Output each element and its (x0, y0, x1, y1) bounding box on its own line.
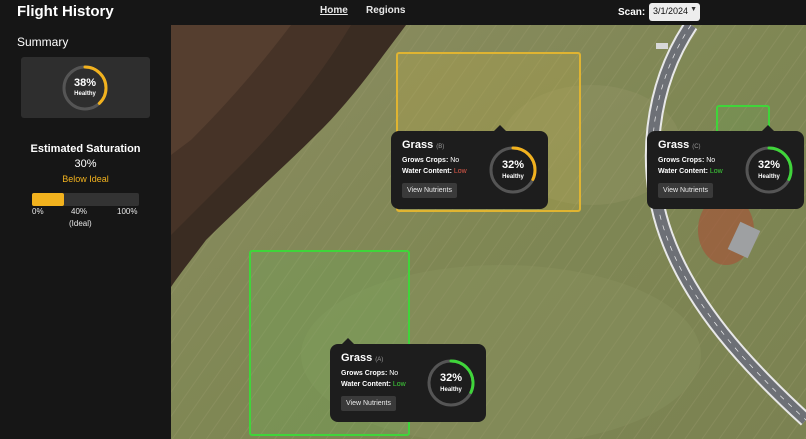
region-b-water: Water Content: Low (402, 168, 467, 175)
saturation-status: Below Ideal (62, 174, 109, 184)
saturation-value: 30% (74, 158, 97, 170)
saturation-tick-100: 100% (117, 207, 138, 216)
region-b-health-ring: 32% Healthy (488, 145, 538, 195)
region-b-health-pct: 32% (501, 159, 525, 171)
saturation-tick-0: 0% (32, 207, 44, 216)
chevron-down-icon: ▼ (690, 6, 697, 13)
region-c-health-ring: 32% Healthy (744, 145, 794, 195)
region-a-grows-value: No (389, 370, 399, 377)
region-c-view-nutrients-button[interactable]: View Nutrients (658, 183, 714, 198)
saturation-ideal-label: (Ideal) (69, 219, 92, 228)
aerial-map[interactable]: Grass (B) Grows Crops: No Water Content: … (171, 25, 806, 439)
saturation-title: Estimated Saturation (30, 143, 141, 155)
region-a-id: (A) (375, 357, 384, 363)
region-c-grows: Grows Crops: No (658, 157, 715, 164)
region-a-water: Water Content: Low (341, 381, 406, 388)
nav-home[interactable]: Home (320, 5, 348, 16)
scan-date-value: 3/1/2024 (653, 6, 689, 16)
region-c-grows-label: Grows Crops: (658, 157, 705, 164)
region-c-water-label: Water Content: (658, 168, 708, 175)
region-a-grows: Grows Crops: No (341, 370, 398, 377)
saturation-tick-40: 40% (71, 207, 88, 216)
region-b-water-value: Low (453, 168, 467, 175)
region-a-health-pct: 32% (439, 372, 463, 384)
summary-health-label: Healthy (74, 91, 96, 97)
region-c-id: (C) (692, 144, 701, 150)
region-b-title: Grass (402, 139, 434, 151)
region-b-name: Grass (B) (402, 139, 444, 151)
saturation-bar-fill (32, 193, 65, 206)
region-b-id: (B) (436, 144, 445, 150)
region-c-health-label: Healthy (758, 174, 780, 180)
region-c-water: Water Content: Low (658, 168, 723, 175)
nav-regions[interactable]: Regions (366, 5, 405, 16)
region-c-name: Grass (C) (658, 139, 701, 151)
region-a-name: Grass (A) (341, 352, 383, 364)
region-a-grows-label: Grows Crops: (341, 370, 388, 377)
scan-date-select[interactable]: 3/1/2024 ▼ (649, 3, 700, 21)
region-b-grows-label: Grows Crops: (402, 157, 449, 164)
region-b-water-label: Water Content: (402, 168, 452, 175)
sidebar: Summary 38% Healthy Estimated Saturation… (0, 25, 171, 439)
region-b-health-label: Healthy (502, 174, 524, 180)
saturation-bar (32, 193, 139, 206)
region-c-title: Grass (658, 139, 690, 151)
app-title: Flight History (17, 3, 114, 20)
region-a-title: Grass (341, 352, 373, 364)
region-a-health-label: Healthy (440, 387, 462, 393)
region-b-grows-value: No (450, 157, 460, 164)
summary-title: Summary (17, 35, 69, 49)
scan-label: Scan: (618, 7, 646, 18)
region-a-health-ring: 32% Healthy (426, 358, 476, 408)
top-bar: Flight History Home Regions Scan: 3/1/20… (0, 0, 806, 25)
region-c-health-pct: 32% (757, 159, 781, 171)
region-c-popup: Grass (C) Grows Crops: No Water Content: … (647, 125, 804, 209)
region-b-view-nutrients-button[interactable]: View Nutrients (402, 183, 458, 198)
region-a-view-nutrients-button[interactable]: View Nutrients (341, 396, 397, 411)
region-a-popup: Grass (A) Grows Crops: No Water Content: … (330, 338, 486, 422)
region-c-grows-value: No (706, 157, 716, 164)
region-c-water-value: Low (709, 168, 723, 175)
region-a-water-label: Water Content: (341, 381, 391, 388)
region-b-grows: Grows Crops: No (402, 157, 459, 164)
region-a-water-value: Low (392, 381, 406, 388)
summary-health-ring: 38% Healthy (61, 64, 109, 112)
region-b-popup: Grass (B) Grows Crops: No Water Content: … (391, 125, 548, 209)
summary-health-pct: 38% (73, 77, 97, 89)
summary-card: 38% Healthy (21, 57, 150, 118)
